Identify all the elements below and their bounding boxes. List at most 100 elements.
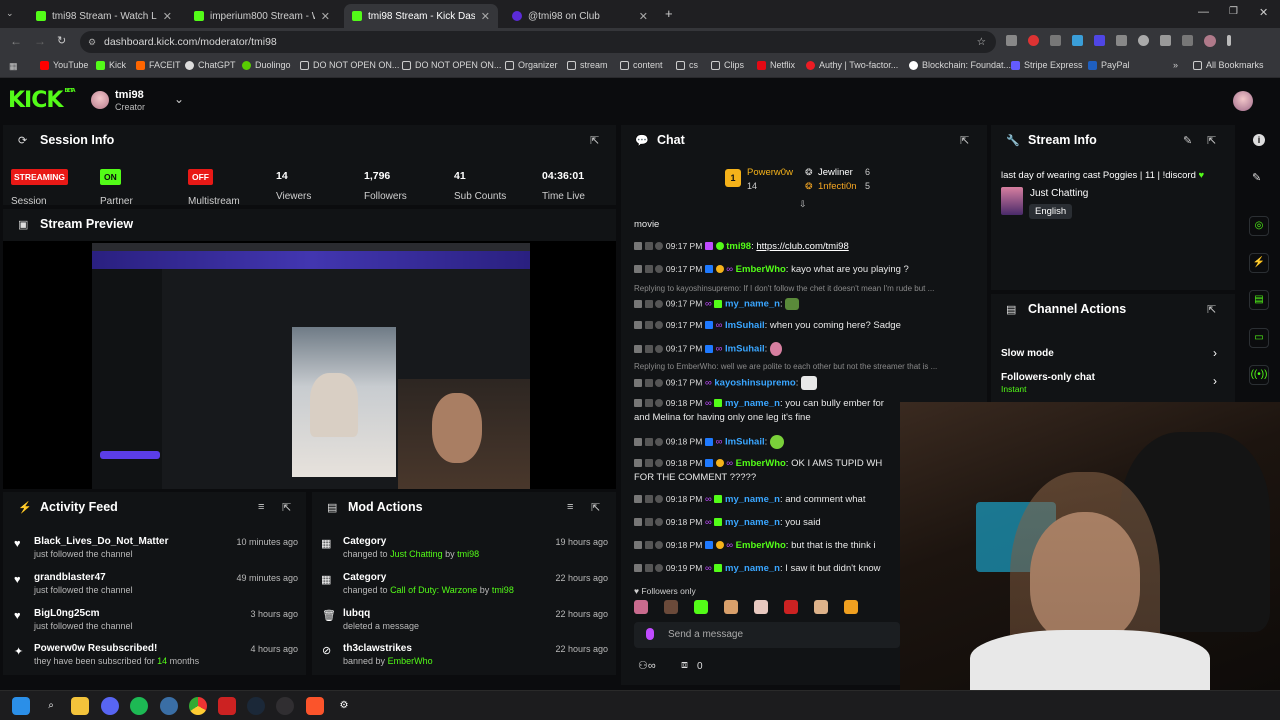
chat-username[interactable]: kayoshinsupremo [714, 378, 795, 389]
extension-icon[interactable] [1138, 35, 1149, 46]
extension-icon[interactable] [1116, 35, 1127, 46]
chat-username[interactable]: EmberWho [736, 540, 786, 551]
gifter-name[interactable]: Jewliner [818, 167, 853, 178]
chat-link[interactable]: https://club.com/tmi98 [756, 241, 848, 252]
ban-icon[interactable] [655, 379, 664, 387]
chat-username[interactable]: my_name_n [725, 517, 780, 528]
activity-user[interactable]: grandblaster47 [34, 572, 106, 583]
ban-icon[interactable] [655, 541, 664, 550]
tab-search-icon[interactable]: ⌄ [6, 8, 18, 20]
info-icon[interactable]: i [1253, 134, 1265, 146]
delete-icon[interactable] [634, 564, 642, 573]
profile-avatar-icon[interactable] [1204, 35, 1216, 47]
delete-icon[interactable] [634, 242, 642, 251]
ban-icon[interactable] [655, 300, 664, 308]
chat-username[interactable]: ImSuhail [725, 437, 765, 448]
bookmark-folder[interactable]: DO NOT OPEN ON... [300, 60, 399, 70]
bookmark-folder[interactable]: cs [676, 60, 698, 70]
document-icon[interactable]: ▤ [1249, 290, 1269, 310]
chat-username[interactable]: EmberWho [736, 458, 786, 469]
bookmark-item[interactable]: Blockchain: Foundat... [909, 60, 1011, 70]
bookmark-item[interactable]: YouTube [40, 60, 88, 70]
browser-tab-1[interactable]: tmi98 Stream - Watch Live on K ✕ [28, 4, 180, 28]
popout-icon[interactable]: ⇱ [1207, 303, 1216, 316]
chatter-avatar[interactable] [664, 600, 678, 614]
ban-icon[interactable] [655, 345, 664, 353]
discord-icon[interactable] [101, 697, 119, 715]
tab-close-icon[interactable]: ✕ [321, 10, 330, 23]
filter-icon[interactable]: ≡ [567, 501, 573, 513]
all-bookmarks[interactable]: All Bookmarks [1193, 60, 1264, 70]
pin-icon[interactable]: ⇩ [799, 199, 807, 210]
chevron-down-icon[interactable]: ⌄ [174, 92, 184, 106]
camera-icon[interactable]: ◎ [1249, 216, 1269, 236]
restore-icon[interactable]: ❐ [1229, 6, 1238, 17]
brave-icon[interactable] [306, 697, 324, 715]
bookmark-item[interactable]: PayPal [1088, 60, 1130, 70]
timeout-icon[interactable] [644, 345, 653, 353]
new-tab-icon[interactable]: + [665, 6, 673, 21]
ban-icon[interactable] [655, 242, 664, 251]
mod-action-name[interactable]: lubqq [343, 608, 370, 619]
url-input[interactable]: ⚙ dashboard.kick.com/moderator/tmi98 ☆ [80, 31, 996, 53]
ban-icon[interactable] [655, 564, 664, 573]
delete-icon[interactable] [634, 321, 642, 330]
bookmark-star-icon[interactable]: ☆ [977, 31, 986, 53]
puzzle-icon[interactable] [1160, 35, 1171, 46]
popout-icon[interactable]: ⇱ [591, 501, 600, 514]
close-window-icon[interactable]: ✕ [1259, 6, 1268, 19]
tab-close-icon[interactable]: ✕ [481, 10, 490, 23]
tab-close-icon[interactable]: ✕ [639, 10, 648, 23]
chatter-avatar[interactable] [754, 600, 768, 614]
extension-icon[interactable] [1028, 35, 1039, 46]
chat-username[interactable]: my_name_n [725, 398, 780, 409]
chat-username[interactable]: my_name_n [725, 299, 780, 310]
browser-tab-2[interactable]: imperium800 Stream - Watch L ✕ [186, 4, 338, 28]
bookmark-folder[interactable]: stream [567, 60, 608, 70]
tab-close-icon[interactable]: ✕ [163, 10, 172, 23]
bookmark-item[interactable]: FACEIT [136, 60, 181, 70]
chat-username[interactable]: EmberWho [736, 264, 786, 275]
followers-only-row[interactable]: Followers-only chat Instant › [991, 370, 1235, 394]
delete-icon[interactable] [634, 300, 642, 308]
chat-username[interactable]: ImSuhail [725, 344, 765, 355]
delete-icon[interactable] [634, 379, 642, 387]
site-info-icon[interactable]: ⚙ [88, 31, 96, 53]
windows-start-icon[interactable] [12, 697, 30, 715]
back-icon[interactable]: ← [10, 34, 22, 48]
bookmark-item[interactable]: Kick [96, 60, 126, 70]
filter-icon[interactable]: ≡ [258, 501, 264, 513]
ban-icon[interactable] [655, 399, 664, 408]
extension-icon[interactable] [1050, 35, 1061, 46]
bookmark-item[interactable]: ChatGPT [185, 60, 236, 70]
delete-icon[interactable] [634, 438, 642, 446]
mod-action-user[interactable]: EmberWho [388, 656, 433, 666]
kick-logo[interactable]: KICK BETA [8, 88, 76, 113]
gifter-name[interactable]: 1nfecti0n [818, 181, 857, 192]
timeout-icon[interactable] [644, 495, 653, 504]
stream-category[interactable]: Just Chatting [1030, 188, 1088, 199]
timeout-icon[interactable] [644, 564, 653, 573]
chatter-avatar[interactable] [784, 600, 798, 614]
activity-user[interactable]: BigL0ng25cm [34, 608, 100, 619]
file-explorer-icon[interactable] [71, 697, 89, 715]
chatter-avatar[interactable] [724, 600, 738, 614]
ban-icon[interactable] [655, 518, 664, 527]
gift-icon[interactable]: ⧈ [681, 659, 688, 672]
bookmark-folder[interactable]: DO NOT OPEN ON... [402, 60, 501, 70]
ban-icon[interactable] [655, 438, 664, 446]
browser-tab-4[interactable]: @tmi98 on Club ✕ [504, 4, 656, 28]
obs-icon[interactable] [276, 697, 294, 715]
bookmark-item[interactable]: Duolingo [242, 60, 291, 70]
reload-icon[interactable]: ↻ [57, 34, 66, 47]
ban-icon[interactable] [655, 495, 664, 504]
timeout-icon[interactable] [644, 379, 653, 387]
bookmark-folder[interactable]: Clips [711, 60, 744, 70]
search-icon[interactable]: ⌕ [42, 697, 60, 715]
browser-tab-3[interactable]: tmi98 Stream - Kick Dashboard ✕ [344, 4, 498, 28]
bookmark-folder[interactable]: Organizer [505, 60, 558, 70]
chevron-right-icon[interactable]: » [1173, 60, 1178, 70]
forward-icon[interactable]: → [34, 34, 46, 48]
minimize-icon[interactable]: — [1198, 6, 1209, 18]
extension-icon[interactable] [1094, 35, 1105, 46]
